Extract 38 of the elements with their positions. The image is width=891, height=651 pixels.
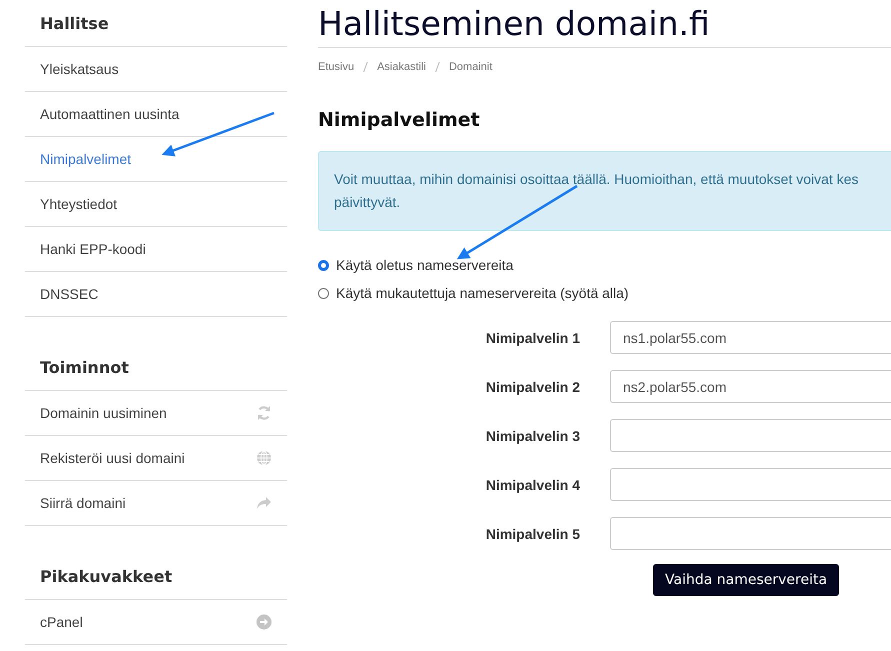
sidebar-item[interactable]: DNSSEC	[25, 272, 287, 317]
sidebar-heading: Toiminnot	[25, 344, 287, 391]
info-alert: Voit muuttaa, mihin domainisi osoittaa täällä. Huomioithan, että muutokset voivat kes päivittyvät.	[318, 151, 891, 231]
field-label: Nimipalvelin 3	[484, 428, 581, 444]
breadcrumb-link[interactable]: Domainit	[448, 61, 492, 73]
sidebar-item[interactable]: Yleiskatsaus	[25, 47, 287, 92]
sidebar-item[interactable]: Siirrä domaini	[25, 481, 287, 526]
radio-label[interactable]: Käytä oletus nameservereita	[336, 257, 514, 273]
field-label: Nimipalvelin 1	[484, 330, 581, 346]
sidebar-heading: Hallitse	[25, 0, 287, 47]
submit-button[interactable]: Vaihda nameservereita	[653, 564, 840, 596]
input-field[interactable]: ns1.polar55.com	[610, 321, 891, 354]
sidebar-item[interactable]: cPanel	[25, 600, 287, 645]
input-field[interactable]	[610, 468, 891, 501]
field-label: Nimipalvelin 4	[484, 476, 581, 492]
sidebar-item[interactable]: Domainin uusiminen	[25, 391, 287, 436]
breadcrumb-link[interactable]: Asiakastili	[377, 61, 426, 73]
refresh-icon	[256, 405, 272, 421]
input-field[interactable]	[610, 419, 891, 452]
page-title: Hallitseminen domain.fi	[318, 4, 891, 48]
input-field[interactable]	[610, 517, 891, 550]
radio-button[interactable]	[318, 288, 329, 298]
arrow-circle-icon	[256, 614, 272, 630]
sidebar-item[interactable]: Rekisteröi uusi domaini	[25, 436, 287, 481]
breadcrumb-link[interactable]: Etusivu	[318, 61, 354, 73]
globe-icon	[256, 450, 272, 466]
sidebar-item[interactable]: Yhteystiedot	[25, 182, 287, 227]
share-arrow-icon	[256, 495, 272, 511]
sidebar-item[interactable]: Hanki EPP-koodi	[25, 227, 287, 272]
sidebar-heading: Pikakuvakkeet	[25, 553, 287, 600]
radio-label[interactable]: Käytä mukautettuja nameservereita (syötä alla)	[336, 285, 629, 301]
sidebar-item[interactable]: Nimipalvelimet	[25, 137, 287, 182]
radio-button[interactable]	[318, 260, 329, 270]
input-field[interactable]: ns2.polar55.com	[610, 370, 891, 403]
field-label: Nimipalvelin 5	[484, 526, 581, 542]
field-label: Nimipalvelin 2	[484, 378, 581, 394]
section-heading: Nimipalvelimet	[318, 109, 481, 131]
sidebar-item[interactable]: Automaattinen uusinta	[25, 92, 287, 137]
